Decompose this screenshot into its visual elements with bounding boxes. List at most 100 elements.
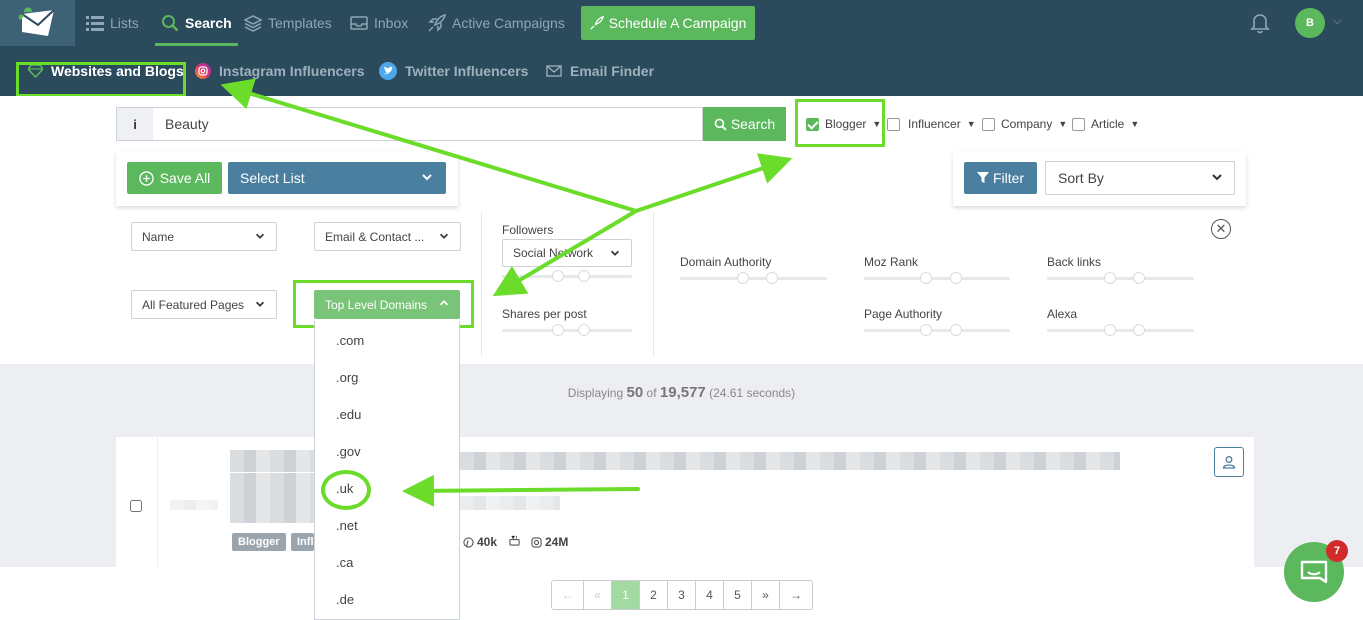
page-prev[interactable]: « <box>584 581 612 609</box>
slider-knob-min[interactable] <box>920 272 932 284</box>
slider-knob-max[interactable] <box>950 272 962 284</box>
nav-lists-label: Lists <box>110 15 139 31</box>
tab-twitter-influencers[interactable]: Twitter Influencers <box>379 46 528 96</box>
slider-knob-min[interactable] <box>737 272 749 284</box>
instagram-icon <box>195 63 211 79</box>
blurred-text <box>230 473 314 523</box>
email-contact-filter-select[interactable]: Email & Contact ... <box>314 222 461 251</box>
filter-button[interactable]: Filter <box>964 162 1037 194</box>
highlight-uk-circle <box>321 470 371 510</box>
tld-option-com[interactable]: .com <box>336 333 364 348</box>
chat-icon <box>1300 560 1328 584</box>
notifications-bell-icon[interactable] <box>1250 12 1270 39</box>
slider-knob-max[interactable] <box>578 324 590 336</box>
tld-option-gov[interactable]: .gov <box>336 444 361 459</box>
tld-option-edu[interactable]: .edu <box>336 407 361 422</box>
pinterest-count: 40k <box>477 535 498 549</box>
nav-inbox[interactable]: Inbox <box>350 0 408 46</box>
slider-knob-min[interactable] <box>1104 324 1116 336</box>
caret-down-icon: ▼ <box>1130 119 1140 129</box>
slider-knob-min[interactable] <box>1104 272 1116 284</box>
inbox-icon <box>350 16 368 30</box>
email-contact-label: Email & Contact ... <box>325 229 425 244</box>
type-company[interactable]: Company ▼ <box>982 117 1067 131</box>
search-button[interactable]: Search <box>703 107 786 141</box>
close-filters-icon[interactable]: ✕ <box>1211 219 1231 239</box>
back-links-slider[interactable] <box>1047 272 1194 284</box>
type-article[interactable]: Article ▼ <box>1072 117 1139 131</box>
blurred-text <box>460 496 560 510</box>
page-first[interactable]: ← <box>552 581 584 609</box>
tld-option-de[interactable]: .de <box>336 592 354 607</box>
followers-slider[interactable] <box>502 270 632 282</box>
schedule-campaign-button[interactable]: Schedule A Campaign <box>581 6 755 40</box>
slider-knob-max[interactable] <box>578 270 590 282</box>
user-avatar[interactable]: B <box>1295 8 1325 38</box>
slider-knob-min[interactable] <box>920 324 932 336</box>
select-list-dropdown[interactable]: Select List <box>228 162 446 194</box>
domain-authority-slider[interactable] <box>680 272 827 284</box>
page-next[interactable]: » <box>752 581 780 609</box>
avatar-initial: B <box>1306 17 1314 29</box>
tld-option-ca[interactable]: .ca <box>336 555 353 570</box>
chevron-down-icon[interactable]: ⌵ <box>1333 15 1341 28</box>
nav-search-label: Search <box>185 15 232 31</box>
instagram-icon <box>531 536 542 548</box>
search-input[interactable]: Beauty <box>153 107 703 141</box>
info-icon[interactable]: i <box>116 107 154 141</box>
nav-templates[interactable]: Templates <box>244 0 332 46</box>
type-company-label: Company <box>1001 117 1053 131</box>
shares-slider[interactable] <box>502 324 632 336</box>
tag-influencer: Infl <box>291 533 314 551</box>
tld-option-org[interactable]: .org <box>336 370 358 385</box>
type-article-label: Article <box>1091 117 1125 131</box>
nav-templates-label: Templates <box>268 15 332 31</box>
company-checkbox[interactable] <box>982 117 995 131</box>
page-2[interactable]: 2 <box>640 581 668 609</box>
page-3[interactable]: 3 <box>668 581 696 609</box>
page-5[interactable]: 5 <box>724 581 752 609</box>
featured-pages-select[interactable]: All Featured Pages <box>131 290 277 319</box>
type-influencer[interactable]: Influencer ▼ <box>887 117 976 131</box>
highlight-websites-tab <box>16 62 186 97</box>
youtube-icon <box>509 535 520 546</box>
slider-knob-max[interactable] <box>766 272 778 284</box>
page-1[interactable]: 1 <box>612 581 640 609</box>
user-profile-icon[interactable] <box>1214 447 1244 477</box>
slider-knob-max[interactable] <box>950 324 962 336</box>
page-authority-slider[interactable] <box>864 324 1010 336</box>
slider-knob-max[interactable] <box>1133 324 1145 336</box>
chevron-down-icon <box>439 233 449 239</box>
pinterest-icon <box>463 536 474 548</box>
nav-lists[interactable]: Lists <box>86 0 139 46</box>
schedule-campaign-label: Schedule A Campaign <box>608 15 747 31</box>
sort-by-select[interactable]: Sort By <box>1045 161 1235 195</box>
slider-knob-min[interactable] <box>552 324 564 336</box>
app-logo[interactable] <box>0 0 75 46</box>
social-network-select[interactable]: Social Network <box>502 239 632 267</box>
nav-search[interactable]: Search <box>155 0 238 46</box>
displaying-text: Displaying <box>567 386 624 400</box>
page-4[interactable]: 4 <box>696 581 724 609</box>
article-checkbox[interactable] <box>1072 117 1085 131</box>
slider-knob-max[interactable] <box>1133 272 1145 284</box>
instagram-count: 24M <box>545 535 569 549</box>
alexa-slider[interactable] <box>1047 324 1194 336</box>
nav-active-campaigns[interactable]: Active Campaigns <box>428 0 565 46</box>
name-filter-select[interactable]: Name <box>131 222 277 251</box>
tab-email-finder[interactable]: Email Finder <box>546 46 654 96</box>
search-icon <box>162 15 179 32</box>
moz-rank-slider[interactable] <box>864 272 1010 284</box>
results-shown: 50 <box>626 384 644 401</box>
slider-knob-min[interactable] <box>552 270 564 282</box>
result-select-checkbox[interactable] <box>130 500 142 512</box>
page-last[interactable]: → <box>780 581 812 609</box>
influencer-checkbox[interactable] <box>887 117 900 131</box>
chevron-down-icon <box>255 233 265 239</box>
page-authority-label: Page Authority <box>864 307 943 321</box>
save-all-button[interactable]: Save All <box>127 162 222 194</box>
of-text: of <box>646 386 657 400</box>
tld-option-net[interactable]: .net <box>336 518 358 533</box>
domain-authority-label: Domain Authority <box>680 255 772 269</box>
tab-instagram-influencers[interactable]: Instagram Influencers <box>195 46 365 96</box>
